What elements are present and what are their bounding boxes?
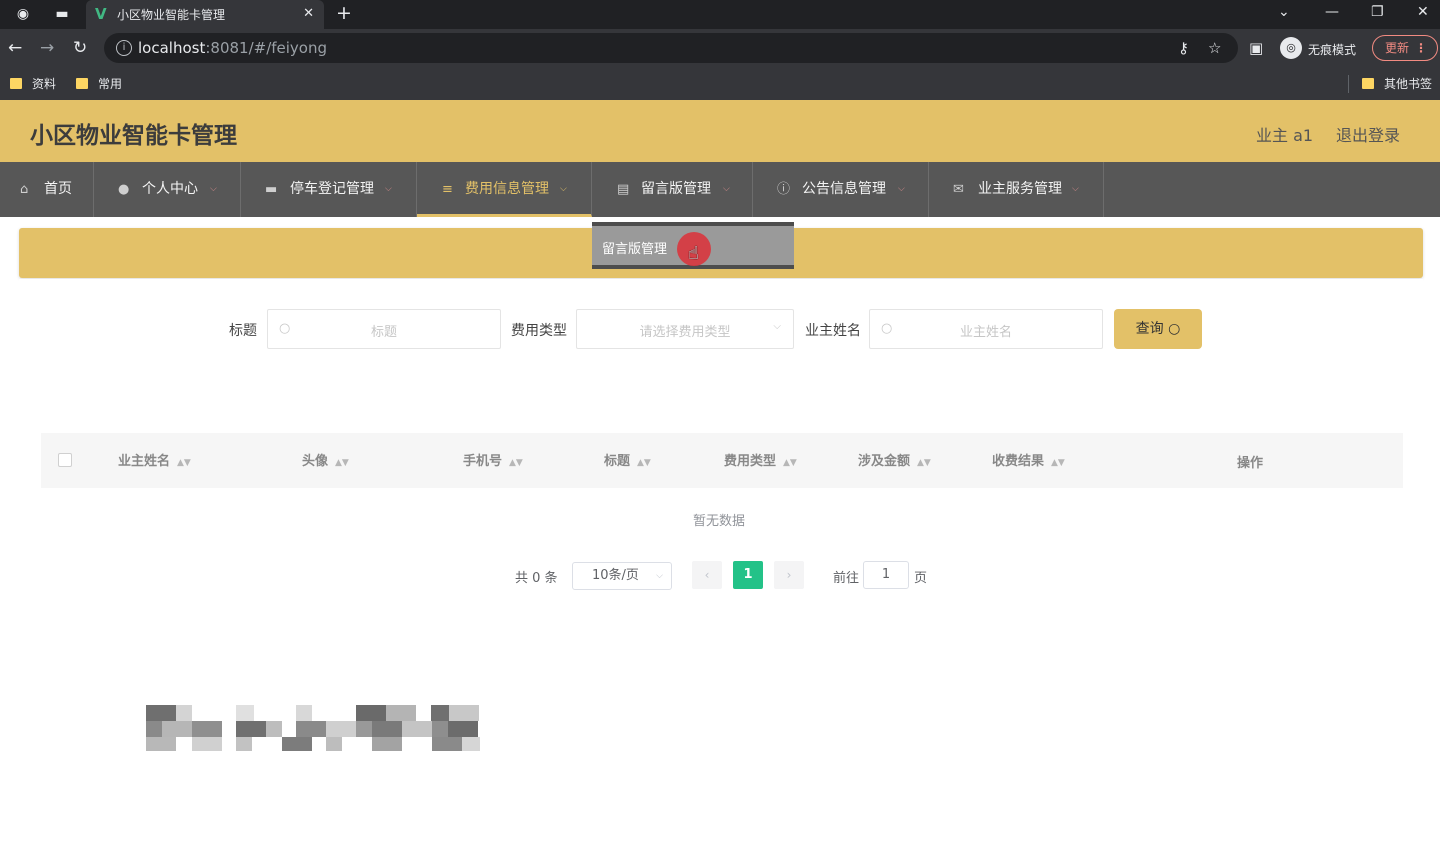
- nav-item-owner-service[interactable]: ✉ 业主服务管理 ⌵: [929, 162, 1104, 217]
- chevron-down-icon: ⌵: [723, 184, 730, 194]
- document-icon: ▤: [617, 182, 630, 197]
- back-icon[interactable]: ←: [8, 38, 22, 58]
- window-icon[interactable]: ▬: [51, 4, 73, 24]
- app-header: 小区物业智能卡管理 业主 a1 退出登录: [0, 100, 1440, 162]
- sort-icon: ▲▼: [783, 458, 797, 468]
- page-suffix-label: 页: [914, 571, 928, 586]
- page-number-current[interactable]: 1: [733, 561, 763, 589]
- chevron-down-icon: ⌵: [210, 184, 217, 194]
- nav-item-announcements[interactable]: ⓘ 公告信息管理 ⌵: [753, 162, 929, 217]
- fee-type-select[interactable]: 请选择费用类型 ⌵: [576, 309, 794, 349]
- tab-title: 小区物业智能卡管理: [117, 8, 226, 22]
- sort-icon: ▲▼: [509, 458, 523, 468]
- info-icon[interactable]: i: [116, 40, 132, 56]
- incognito-icon[interactable]: ◎: [1280, 37, 1302, 59]
- browser-tab-bar: ◉ ▬ V 小区物业智能卡管理 ✕ + ⌄ — ❐ ✕: [0, 0, 1440, 29]
- more-icon[interactable]: ⋮: [1415, 36, 1427, 60]
- chevron-down-icon: ⌵: [773, 321, 781, 332]
- sidebar-icon[interactable]: ▣: [1249, 38, 1263, 58]
- user-name: 业主 a1: [1256, 126, 1314, 145]
- nav-item-fees[interactable]: ≡ 费用信息管理 ⌵: [417, 162, 592, 217]
- minimize-icon[interactable]: —: [1325, 3, 1339, 21]
- table-header: [41, 433, 1403, 488]
- incognito-label: 无痕模式: [1308, 43, 1357, 57]
- column-fee-type[interactable]: 费用类型 ▲▼: [724, 450, 797, 469]
- logout-link[interactable]: 退出登录: [1336, 122, 1400, 146]
- folder-icon: [1362, 78, 1374, 89]
- column-title[interactable]: 标题 ▲▼: [604, 450, 651, 469]
- close-window-icon[interactable]: ✕: [1417, 3, 1429, 21]
- page-size-select[interactable]: 10条/页 ⌵: [572, 562, 672, 590]
- bookmark-folder-ziliao[interactable]: 资料: [10, 75, 56, 92]
- key-icon[interactable]: ⚷: [1178, 39, 1189, 57]
- prev-page-button[interactable]: ‹: [692, 561, 722, 589]
- goto-page-input[interactable]: 1: [863, 561, 909, 589]
- bookmarks-bar: 资料 常用 其他书签: [0, 67, 1440, 100]
- info-icon: ⓘ: [777, 182, 791, 197]
- user-icon: ●: [118, 182, 130, 197]
- owner-name-input[interactable]: ○ 业主姓名: [869, 309, 1103, 349]
- vue-logo-icon: V: [95, 5, 107, 23]
- briefcase-icon: ▬: [265, 182, 278, 197]
- hand-cursor-icon: ☝: [688, 243, 699, 264]
- goto-label: 前往: [833, 571, 860, 586]
- title-search-input[interactable]: ○ 标题: [267, 309, 501, 349]
- star-icon[interactable]: ☆: [1208, 39, 1221, 57]
- nav-item-parking[interactable]: ▬ 停车登记管理 ⌵: [241, 162, 417, 217]
- restore-icon[interactable]: ❐: [1371, 3, 1384, 21]
- pixelated-watermark: [146, 705, 480, 751]
- home-icon: ⌂: [20, 182, 29, 197]
- sort-icon: ▲▼: [917, 458, 931, 468]
- column-phone[interactable]: 手机号 ▲▼: [463, 450, 523, 469]
- address-bar: ← → ↻ i localhost:8081/#/feiyong ⚷ ☆ ▣ ◎…: [0, 29, 1440, 67]
- nav-item-home[interactable]: ⌂ 首页: [0, 162, 94, 217]
- column-actions: 操作: [1237, 456, 1264, 471]
- fee-type-label: 费用类型: [511, 323, 567, 339]
- main-nav: ⌂ 首页 ● 个人中心 ⌵ ▬ 停车登记管理 ⌵ ≡ 费用信息管理 ⌵ ▤ 留言…: [0, 162, 1440, 217]
- chevron-down-icon: ⌵: [1072, 184, 1079, 194]
- reload-icon[interactable]: ↻: [73, 38, 87, 58]
- sort-icon: ▲▼: [177, 458, 191, 468]
- update-button[interactable]: 更新 ⋮: [1372, 35, 1438, 61]
- bookmark-folder-changyong[interactable]: 常用: [76, 75, 122, 92]
- sort-icon: ▲▼: [335, 458, 349, 468]
- list-icon: ≡: [442, 182, 453, 197]
- sort-icon: ▲▼: [1051, 458, 1065, 468]
- column-amount[interactable]: 涉及金额 ▲▼: [858, 450, 931, 469]
- next-page-button[interactable]: ›: [774, 561, 804, 589]
- nav-item-personal-center[interactable]: ● 个人中心 ⌵: [94, 162, 241, 217]
- forward-icon[interactable]: →: [40, 38, 54, 58]
- folder-icon: [10, 78, 22, 89]
- owner-name-label: 业主姓名: [805, 323, 861, 339]
- query-button[interactable]: 查询 ○: [1114, 309, 1202, 349]
- mail-icon: ✉: [953, 182, 964, 197]
- sort-icon: ▲▼: [637, 458, 651, 468]
- globe-icon[interactable]: ◉: [12, 4, 34, 24]
- submenu-item-message-board[interactable]: 留言版管理: [602, 238, 667, 257]
- chevron-down-icon[interactable]: ⌄: [1278, 3, 1290, 21]
- column-charge-result[interactable]: 收费结果 ▲▼: [992, 450, 1065, 469]
- title-filter-label: 标题: [229, 323, 257, 339]
- search-icon: ○: [1168, 321, 1181, 337]
- page-title: 小区物业智能卡管理: [30, 123, 237, 149]
- select-all-checkbox[interactable]: [58, 453, 72, 467]
- empty-table-message: 暂无数据: [693, 514, 746, 529]
- close-icon[interactable]: ✕: [303, 5, 314, 23]
- folder-icon: [76, 78, 88, 89]
- column-owner-name[interactable]: 业主姓名 ▲▼: [118, 450, 191, 469]
- url-text: localhost:8081/#/feiyong: [138, 39, 328, 57]
- pagination-total: 共 0 条: [515, 571, 558, 586]
- chevron-down-icon: ⌵: [656, 571, 663, 581]
- chevron-down-icon: ⌵: [560, 184, 567, 194]
- column-avatar[interactable]: 头像 ▲▼: [302, 450, 349, 469]
- browser-tab[interactable]: V 小区物业智能卡管理 ✕: [86, 0, 324, 29]
- nav-item-message-board[interactable]: ▤ 留言版管理 ⌵: [592, 162, 753, 217]
- chevron-down-icon: ⌵: [385, 184, 392, 194]
- url-field[interactable]: i localhost:8081/#/feiyong ⚷ ☆: [104, 33, 1238, 63]
- bookmark-folder-other[interactable]: 其他书签: [1362, 75, 1432, 92]
- new-tab-icon[interactable]: +: [336, 3, 352, 23]
- bookmark-divider: [1348, 75, 1349, 93]
- chevron-down-icon: ⌵: [898, 184, 905, 194]
